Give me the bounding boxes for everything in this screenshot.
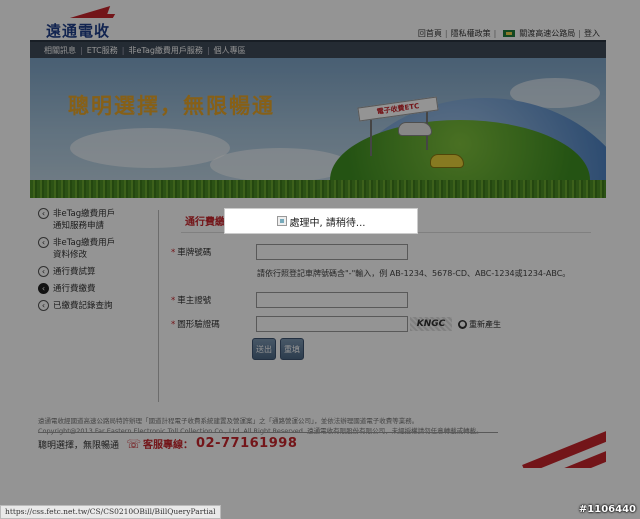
loading-overlay: [0, 0, 640, 519]
loading-message: 處理中, 請稍待...: [289, 217, 366, 229]
browser-status-bar: https://css.fetc.net.tw/CS/CS0210OBill/B…: [0, 505, 221, 519]
loading-dialog: 處理中, 請稍待...: [224, 208, 418, 234]
broken-image-icon: [276, 216, 287, 226]
image-watermark: #1106440: [578, 504, 636, 515]
